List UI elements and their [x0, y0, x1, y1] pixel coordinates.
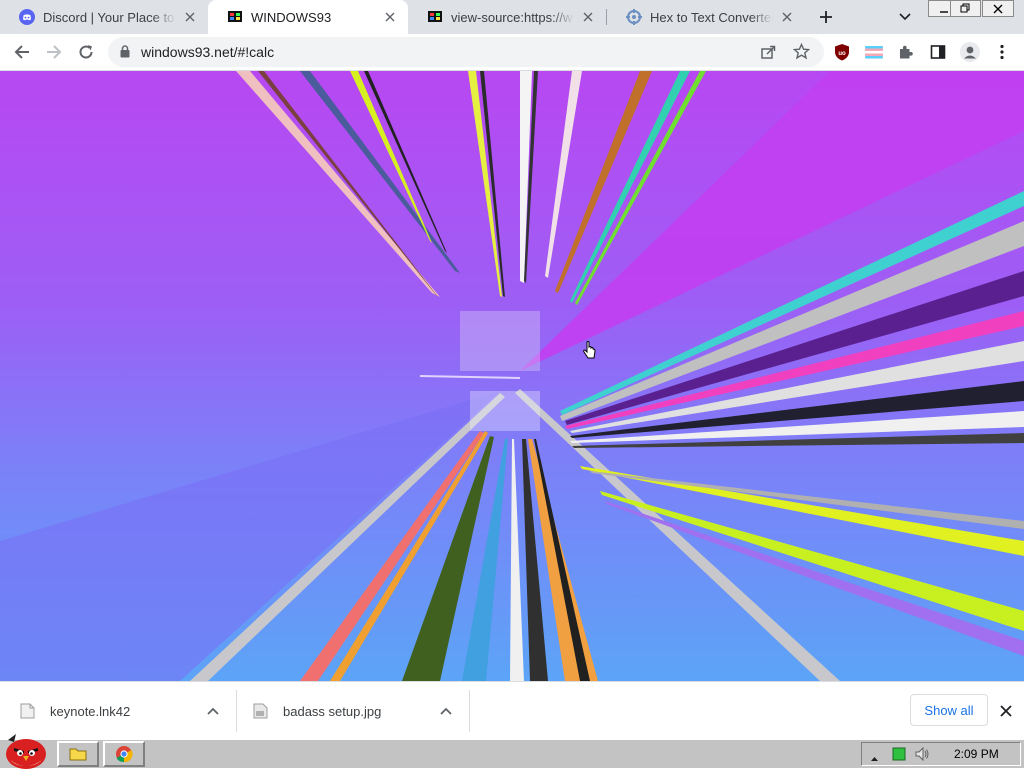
download-filename: badass setup.jpg [283, 703, 382, 719]
pride-extension-button[interactable] [860, 38, 888, 66]
tab-strip: Discord | Your Place to Talk and Hang Ou… [0, 0, 1024, 34]
tab-windows93[interactable]: WINDOWS93 [208, 0, 408, 34]
download-item[interactable]: badass setup.jpg [253, 682, 468, 740]
hand-cursor-icon [583, 341, 596, 359]
chrome-menu-button[interactable] [988, 38, 1016, 66]
discord-icon [19, 9, 35, 25]
more-vert-icon [1000, 44, 1004, 60]
ublock-extension-button[interactable]: uo [828, 38, 856, 66]
close-shelf-icon[interactable] [997, 702, 1015, 720]
hex-converter-icon [626, 9, 642, 25]
windows93-page-canvas[interactable] [0, 71, 1024, 681]
close-tab-icon[interactable] [182, 9, 198, 25]
glitch-tunnel-art [0, 71, 1024, 681]
start-button[interactable] [2, 732, 50, 769]
download-item[interactable]: keynote.lnk42 [20, 682, 235, 740]
bookmark-star-icon[interactable] [792, 42, 811, 65]
clock: 2:09 PM [954, 747, 999, 761]
arrow-left-icon [14, 45, 29, 59]
minimize-icon [939, 10, 948, 13]
file-icon [20, 703, 35, 719]
plus-icon [820, 11, 832, 23]
windows93-icon [227, 9, 243, 25]
close-window-button[interactable] [982, 0, 1014, 17]
arrow-right-icon [47, 45, 62, 59]
ublock-icon: uo [835, 44, 849, 61]
close-tab-icon[interactable] [580, 9, 596, 25]
download-separator [236, 690, 237, 732]
tab-title: Discord | Your Place to Talk and Hang Ou… [43, 9, 176, 25]
back-button[interactable] [8, 38, 36, 66]
extensions-button[interactable] [892, 38, 920, 66]
close-tab-icon[interactable] [779, 9, 795, 25]
address-bar[interactable]: windows93.net/#!calc [108, 37, 824, 67]
svg-text:uo: uo [838, 51, 846, 57]
chrome-icon [116, 746, 133, 763]
restore-icon [960, 3, 970, 13]
forward-button[interactable] [40, 38, 68, 66]
chevron-down-icon [899, 13, 911, 21]
folder-icon [69, 748, 87, 761]
lock-icon [120, 45, 130, 63]
taskbar-chrome-button[interactable] [103, 741, 145, 767]
url-text: windows93.net/#!calc [141, 44, 275, 60]
side-panel-icon [930, 45, 946, 59]
tab-title: view-source:https://www.windows93.net [451, 9, 574, 25]
flag-icon [865, 46, 883, 59]
download-options-chevron-icon[interactable] [205, 703, 221, 719]
restore-button[interactable] [950, 0, 981, 17]
downloads-shelf: keynote.lnk42 badass setup.jpg Show all [0, 681, 1024, 739]
download-separator [469, 690, 470, 732]
tab-title: Hex to Text Converter - Translate Hex [650, 9, 773, 25]
profile-button[interactable] [956, 38, 984, 66]
puzzle-icon [900, 45, 913, 59]
windows93-icon [427, 9, 443, 25]
taskbar: 2:09 PM [0, 734, 1024, 769]
share-icon[interactable] [760, 44, 776, 65]
show-all-downloads-button[interactable]: Show all [910, 694, 988, 726]
reload-icon [79, 45, 93, 59]
tab-hex-converter[interactable]: Hex to Text Converter - Translate Hex [607, 0, 805, 34]
browser-toolbar: windows93.net/#!calc uo [0, 34, 1024, 71]
close-icon [993, 4, 1003, 13]
angry-bird-icon [6, 734, 46, 769]
tab-search-button[interactable] [894, 6, 916, 28]
image-file-icon [253, 703, 268, 719]
close-tab-icon[interactable] [382, 9, 398, 25]
tray-arrow-icon[interactable] [870, 749, 879, 767]
taskbar-explorer-button[interactable] [57, 741, 99, 767]
side-panel-button[interactable] [924, 38, 952, 66]
speaker-icon[interactable] [914, 746, 930, 767]
system-tray: 2:09 PM [861, 742, 1021, 766]
battery-icon[interactable] [892, 747, 906, 766]
reload-button[interactable] [72, 38, 100, 66]
tab-title: WINDOWS93 [251, 9, 332, 25]
download-filename: keynote.lnk42 [50, 703, 131, 719]
tab-view-source[interactable]: view-source:https://www.windows93.net [408, 0, 606, 34]
avatar-icon [960, 42, 980, 62]
new-tab-button[interactable] [815, 6, 837, 28]
tab-discord[interactable]: Discord | Your Place to Talk and Hang Ou… [0, 0, 208, 34]
download-options-chevron-icon[interactable] [438, 703, 454, 719]
